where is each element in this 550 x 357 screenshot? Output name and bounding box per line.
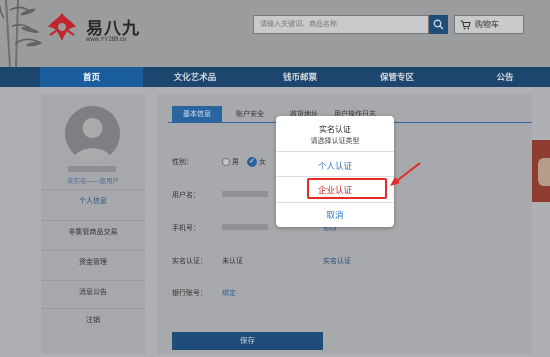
search-input[interactable]: 请输入关键词、商品名称: [253, 15, 429, 34]
nav-item-custody[interactable]: 保管专区: [352, 67, 442, 87]
nav-item-culture-art[interactable]: 文化艺术品: [150, 67, 240, 87]
nav-item-coins-stamps[interactable]: 钱币邮票: [255, 67, 345, 87]
cart-icon: [460, 20, 471, 29]
modal-cancel-button[interactable]: 取消: [276, 209, 394, 221]
verification-status: 未实名——般用户: [67, 178, 119, 185]
sidebar-item-trade[interactable]: 非集管商品交易: [41, 220, 145, 243]
username-value-blurred: [222, 191, 268, 197]
modal-title: 实名认证: [319, 125, 351, 134]
modal-subtitle: 请选择认证类型: [310, 138, 360, 145]
phone-value-blurred: [222, 224, 268, 230]
user-silhouette-icon: [73, 118, 112, 161]
enterprise-option-highlight: [307, 178, 387, 199]
gender-male-radio[interactable]: [222, 158, 230, 166]
cart-button[interactable]: 购物车: [454, 15, 524, 34]
bamboo-decoration: [0, 0, 42, 67]
sidebar-item-profile[interactable]: 个人信息: [41, 189, 145, 212]
username-blurred: [68, 166, 116, 172]
logo-icon[interactable]: [44, 9, 80, 45]
gender-female-radio[interactable]: ✓: [247, 157, 257, 167]
modal-divider: [276, 202, 394, 203]
tab-basic-info[interactable]: 基本信息: [172, 106, 222, 123]
sidebar-item-funds[interactable]: 资金管理: [41, 250, 145, 273]
search-icon: [433, 19, 444, 30]
personal-verification-option[interactable]: 个人认证: [276, 160, 394, 172]
brand-name[interactable]: 易八九: [86, 14, 140, 39]
gender-female-label: 女: [259, 159, 266, 166]
modal-divider: [276, 151, 394, 152]
search-button[interactable]: [429, 15, 448, 34]
modal-divider: [276, 176, 394, 177]
realname-status: 未认证: [222, 258, 243, 265]
brand-url: www.YY289.cn: [86, 37, 127, 43]
side-decoration-face: [538, 158, 550, 186]
realname-label: 实名认证：: [172, 258, 207, 265]
gender-label: 性别：: [172, 159, 193, 166]
nav-item-home[interactable]: 首页: [40, 67, 143, 87]
gender-male-label: 男: [232, 159, 239, 166]
bank-label: 银行账号：: [172, 290, 207, 297]
nav-item-announcement[interactable]: 公告: [470, 67, 540, 87]
avatar[interactable]: [65, 106, 120, 161]
realname-verify-link[interactable]: 实名认证: [323, 256, 351, 266]
cart-label: 购物车: [475, 20, 499, 29]
username-label: 用户名：: [172, 192, 200, 199]
bank-bind-link[interactable]: 绑定: [222, 288, 236, 298]
tab-account-security[interactable]: 账户安全: [226, 106, 274, 123]
red-arrow-icon: [390, 162, 421, 186]
sidebar-item-messages[interactable]: 消息公告: [41, 280, 145, 303]
phone-label: 手机号：: [172, 225, 200, 232]
sidebar-item-logout[interactable]: 注销: [41, 308, 145, 331]
save-button[interactable]: 保存: [172, 332, 323, 350]
